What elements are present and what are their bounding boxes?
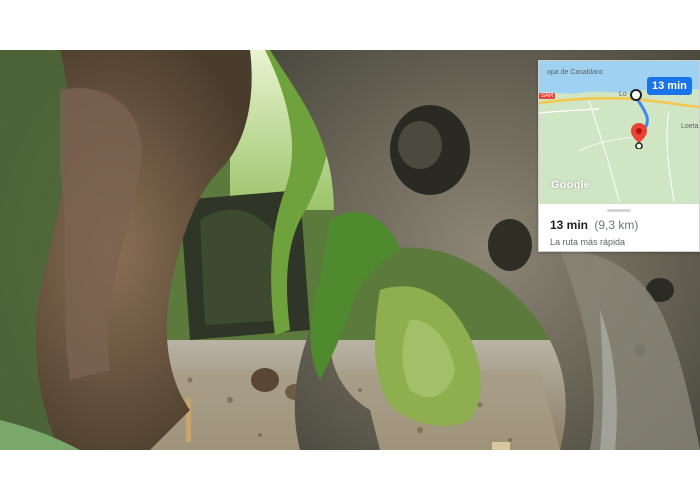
destination-pin-icon	[630, 123, 648, 149]
route-summary: 13 min (9,3 km)	[550, 218, 638, 232]
map-place-label: Loeta	[681, 123, 699, 130]
route-note: La ruta más rápida	[550, 237, 626, 247]
map-place-label: Lo	[619, 91, 627, 98]
google-logo: Google	[551, 179, 591, 191]
origin-marker-icon	[630, 89, 642, 101]
route-distance: (9,3 km)	[594, 218, 639, 232]
duration-chip: 13 min	[647, 77, 692, 95]
map-preview[interactable]: opa de Casablanc Lo Loeta SAR 13 min Goo…	[539, 61, 699, 204]
route-time: 13 min	[550, 218, 589, 232]
map-directions-card[interactable]: opa de Casablanc Lo Loeta SAR 13 min Goo…	[538, 60, 700, 252]
drag-handle[interactable]	[607, 209, 631, 212]
road-badge: SAR	[539, 93, 556, 99]
map-place-label: opa de Casablanc	[547, 69, 604, 76]
